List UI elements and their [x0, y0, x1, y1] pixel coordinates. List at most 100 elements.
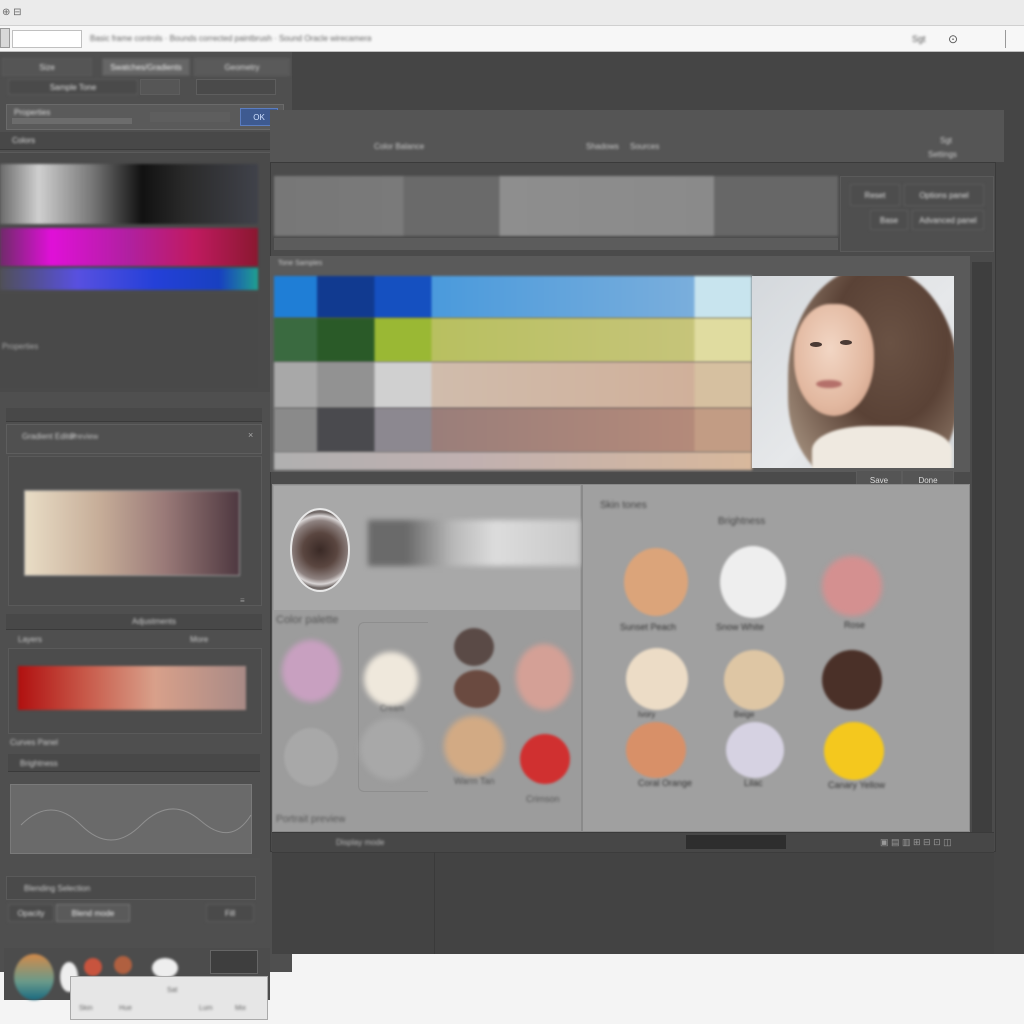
fill-tab[interactable]: Fill	[206, 904, 254, 922]
toolbar-square-icon[interactable]	[0, 28, 10, 48]
bottom-swatch-box[interactable]	[210, 950, 258, 974]
layers-header-right[interactable]: More	[190, 635, 208, 644]
swatch-snow-white[interactable]	[720, 546, 786, 618]
lower-divider	[434, 852, 435, 954]
footer-item-mix[interactable]: Mix	[235, 1005, 246, 1012]
mid-swatch-2b[interactable]	[454, 670, 500, 708]
grid-row-brown[interactable]	[274, 408, 752, 452]
grid-row-blue[interactable]	[274, 276, 752, 318]
title-bar: ⊕ ⊟	[0, 0, 1024, 26]
swatch-ivory-label: Ivory	[638, 710, 656, 719]
status-bar-progress	[686, 835, 786, 849]
portrait-sweater	[812, 426, 952, 468]
grid-row-bottom[interactable]	[274, 452, 752, 470]
curve-graph[interactable]	[10, 784, 252, 854]
property-field-2[interactable]	[150, 112, 230, 122]
luminance-gradient[interactable]	[0, 164, 258, 224]
toolbar-right-label[interactable]: Sgt	[912, 34, 926, 44]
color-grid[interactable]	[274, 276, 752, 470]
subtab-button[interactable]	[140, 79, 180, 95]
property-field[interactable]	[12, 118, 132, 124]
portrait-eye-left	[810, 342, 822, 347]
swatch-canary-yellow[interactable]	[824, 722, 884, 780]
swatch-beige[interactable]	[724, 650, 784, 710]
mid-swatch-4[interactable]	[284, 728, 338, 786]
swatch-canary-yellow-label: Canary Yellow	[828, 780, 886, 790]
right-controls-scrollbar[interactable]	[972, 262, 992, 842]
portrait-lips	[816, 380, 842, 388]
swatch-ivory[interactable]	[626, 648, 688, 710]
mid-swatch-6[interactable]	[444, 716, 504, 776]
status-bar-icons[interactable]: ▣ ▤ ▥ ⊞ ⊟ ⊡ ◫	[880, 837, 952, 848]
tab-size[interactable]: Size	[2, 58, 92, 76]
window-controls-icon[interactable]: ⊕ ⊟	[2, 7, 22, 18]
swatch-snow-white-label: Snow White	[716, 622, 765, 632]
palette-label: Color palette	[276, 614, 339, 626]
mid-swatch-0[interactable]	[282, 640, 340, 702]
gradient-editor-header	[6, 408, 262, 422]
status-bar: Display mode ▣ ▤ ▥ ⊞ ⊟ ⊡ ◫	[272, 832, 994, 852]
main-header-corner-top[interactable]: Sgt	[940, 136, 952, 145]
mid-swatch-1[interactable]	[364, 652, 418, 706]
footer-item-skin[interactable]: Skin	[79, 1005, 93, 1012]
subtab-right[interactable]	[196, 79, 276, 95]
toolbar-divider	[1005, 30, 1006, 48]
grid-row-tan[interactable]	[274, 362, 752, 408]
subtab-sample-tone[interactable]: Sample Tone	[8, 79, 138, 95]
footer-item-lum[interactable]: Lum	[199, 1005, 213, 1012]
grid-row-green[interactable]	[274, 318, 752, 362]
tone-gradient[interactable]	[24, 490, 240, 576]
swatch-sunset-peach-label: Sunset Peach	[620, 622, 677, 632]
reset-button[interactable]: Reset	[850, 184, 900, 206]
swatch-copper-egg[interactable]	[114, 956, 132, 974]
swatch-pearl-egg[interactable]	[152, 958, 178, 978]
main-header-left: Color Balance	[374, 142, 425, 151]
mid-swatch-3[interactable]	[516, 644, 572, 710]
value-slider[interactable]	[368, 520, 580, 566]
settings-icon[interactable]: ⊙	[948, 32, 958, 46]
toolbar-field[interactable]	[12, 30, 82, 48]
mid-swatch-7-label: Crimson	[526, 794, 560, 804]
tab-geometry[interactable]: Geometry	[194, 58, 290, 76]
opacity-tab[interactable]: Opacity	[8, 904, 54, 922]
mid-swatch-7[interactable]	[520, 734, 570, 784]
swatch-red-egg[interactable]	[84, 958, 102, 976]
brightness-label: Brightness	[20, 759, 58, 768]
swatch-beige-label: Beige	[734, 710, 755, 719]
swatch-coral-orange[interactable]	[626, 722, 686, 778]
footer-item-sat[interactable]: Sat	[167, 987, 178, 994]
main-header: Color Balance Shadows Sources Sgt Settin…	[270, 110, 1004, 162]
red-gradient[interactable]	[18, 666, 246, 710]
swatch-teal-egg[interactable]	[14, 954, 54, 1000]
tab-swatches[interactable]: Swatches/Gradients	[102, 58, 190, 76]
hue-gradient[interactable]	[0, 228, 258, 266]
base-button[interactable]: Base	[870, 210, 908, 230]
color-picker-knob[interactable]	[290, 508, 350, 592]
options-panel-button[interactable]: Options panel	[904, 184, 984, 206]
history-label: Blending Selection	[24, 884, 91, 893]
blend-mode-tab[interactable]: Blend mode	[56, 904, 130, 922]
main-header-mid: Shadows	[586, 142, 619, 151]
lower-dark-area	[272, 852, 994, 954]
curve-line	[20, 808, 252, 841]
toolbar-text: Basic frame controls · Bounds corrected …	[90, 34, 372, 43]
footer-item-hue[interactable]: Hue	[119, 1005, 132, 1012]
gray-tiles[interactable]	[274, 176, 838, 236]
gradient-editor-right: Preview	[70, 432, 99, 441]
swatch-rose[interactable]	[822, 556, 882, 616]
advanced-panel-button[interactable]: Advanced panel	[912, 210, 984, 230]
portrait-caption: Portrait preview	[276, 814, 346, 825]
swatch-rose-label: Rose	[844, 620, 866, 630]
tone-gradient-grip-icon[interactable]: ≡	[240, 596, 245, 605]
mid-swatch-5[interactable]	[360, 718, 422, 780]
swatch-sunset-peach[interactable]	[624, 548, 688, 616]
main-header-corner[interactable]: Settings	[928, 150, 957, 159]
toolbar: Basic frame controls · Bounds corrected …	[0, 26, 1024, 52]
swatch-coral-orange-label: Coral Orange	[638, 778, 693, 788]
blue-gradient[interactable]	[0, 268, 258, 290]
mid-swatch-2[interactable]	[454, 628, 494, 666]
swatch-lilac[interactable]	[726, 722, 784, 778]
gradient-editor-close-icon[interactable]: ×	[248, 430, 253, 440]
left-panel: Size Swatches/Gradients Geometry Sample …	[0, 52, 292, 1000]
swatch-espresso[interactable]	[822, 650, 882, 710]
